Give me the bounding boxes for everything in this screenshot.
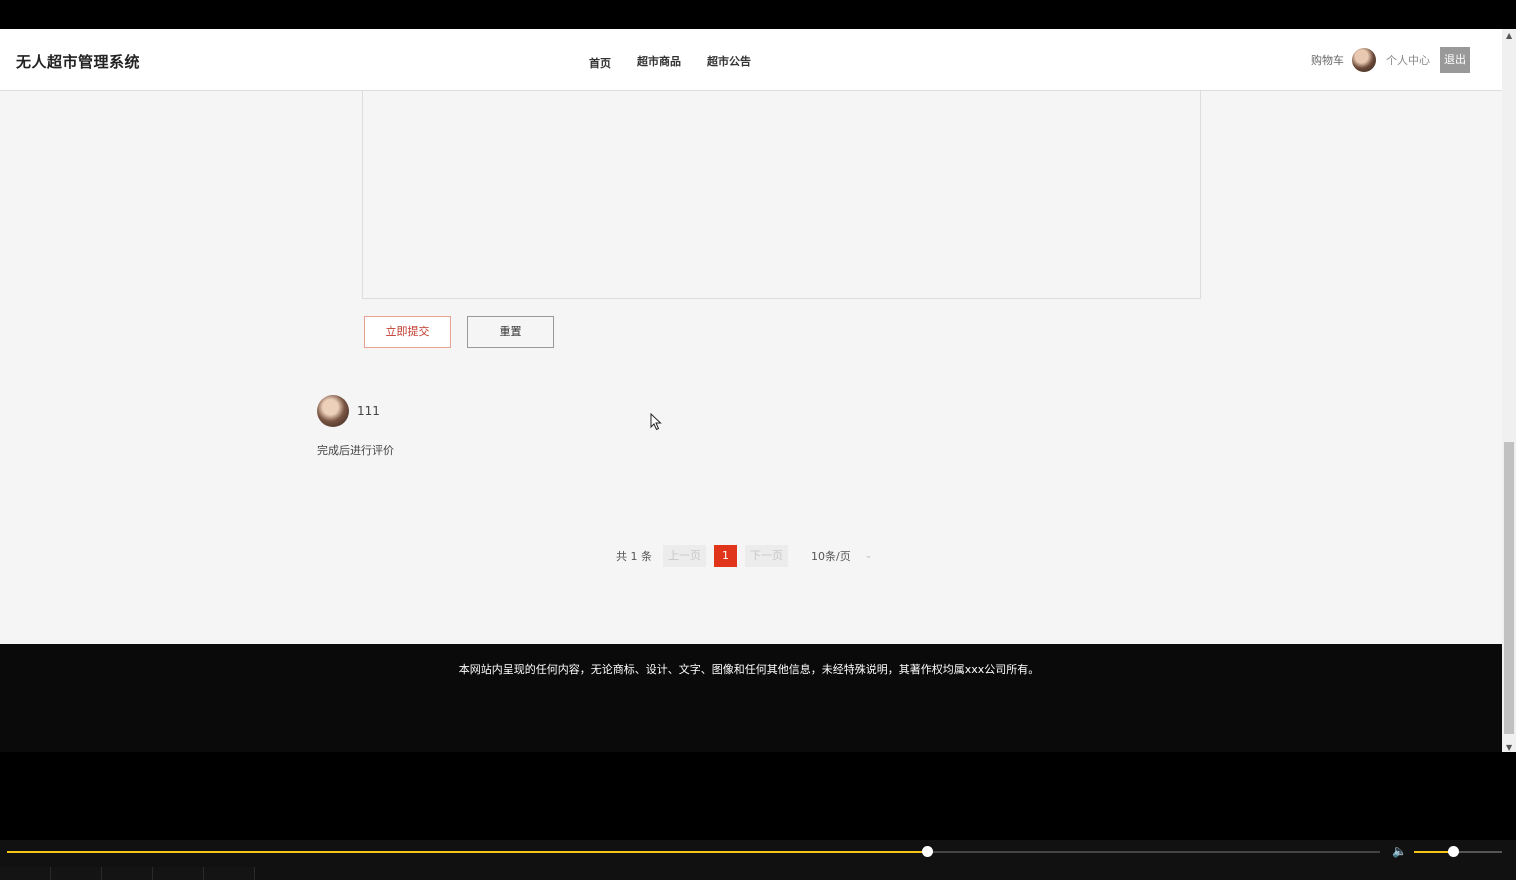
- arrow-down-icon[interactable]: ▼: [1506, 743, 1512, 752]
- site-header: 无人超市管理系统 首页 超市商品 超市公告 购物车 个人中心 退出: [0, 29, 1502, 91]
- main-nav: 首页 超市商品 超市公告: [589, 53, 751, 71]
- player-bottom-strip: [0, 867, 1516, 880]
- nav-home[interactable]: 首页: [589, 55, 611, 71]
- arrow-up-icon[interactable]: ▲: [1506, 31, 1512, 40]
- vertical-scrollbar[interactable]: ▲ ▼: [1502, 29, 1516, 752]
- nav-products[interactable]: 超市商品: [637, 53, 681, 71]
- browser-viewport: 无人超市管理系统 首页 超市商品 超市公告 购物车 个人中心 退出 立即提交 重…: [0, 29, 1502, 752]
- strip-segment: [0, 867, 51, 880]
- strip-segment: [102, 867, 153, 880]
- reset-button[interactable]: 重置: [467, 316, 554, 348]
- current-page-button[interactable]: 1: [714, 545, 737, 567]
- footer-copyright: 本网站内呈现的任何内容，无论商标、设计、文字、图像和任何其他信息，未经特殊说明，…: [458, 663, 1040, 676]
- avatar[interactable]: [1352, 48, 1376, 72]
- chevron-down-icon: ⌄: [864, 551, 873, 561]
- top-black-bar: [0, 0, 1516, 29]
- comment-username: 111: [357, 404, 380, 418]
- prev-page-button[interactable]: 上一页: [663, 545, 706, 567]
- comment-text: 完成后进行评价: [317, 444, 394, 457]
- user-center-link[interactable]: 个人中心: [1386, 52, 1430, 68]
- strip-segment: [51, 867, 102, 880]
- video-player-controls: 🔈: [0, 840, 1516, 880]
- mouse-cursor-icon: [650, 413, 662, 431]
- next-page-button[interactable]: 下一页: [745, 545, 788, 567]
- comment-textarea[interactable]: [362, 91, 1201, 299]
- comment-avatar: [317, 395, 349, 427]
- logout-button[interactable]: 退出: [1440, 47, 1470, 73]
- volume-track[interactable]: [1414, 846, 1502, 857]
- strip-segment: [204, 867, 255, 880]
- page-size-label: 10条/页: [811, 550, 851, 563]
- strip-segment: [153, 867, 204, 880]
- volume-icon[interactable]: 🔈: [1392, 844, 1407, 858]
- progress-fill: [7, 851, 927, 853]
- page-size-select[interactable]: 10条/页 ⌄: [811, 548, 872, 564]
- brand-title: 无人超市管理系统: [16, 53, 141, 71]
- volume-fill: [1414, 851, 1453, 853]
- nav-notices[interactable]: 超市公告: [707, 53, 751, 71]
- cart-link[interactable]: 购物车: [1311, 52, 1344, 68]
- screen: 无人超市管理系统 首页 超市商品 超市公告 购物车 个人中心 退出 立即提交 重…: [0, 0, 1516, 880]
- pagination-total: 共 1 条: [616, 550, 652, 563]
- submit-button[interactable]: 立即提交: [364, 316, 451, 348]
- pagination: 共 1 条 上一页 1 下一页 10条/页 ⌄: [616, 545, 872, 567]
- user-nav: 购物车 个人中心 退出: [1311, 47, 1470, 73]
- volume-handle[interactable]: [1447, 846, 1459, 857]
- site-footer: 本网站内呈现的任何内容，无论商标、设计、文字、图像和任何其他信息，未经特殊说明，…: [0, 644, 1502, 752]
- progress-handle[interactable]: [921, 846, 933, 857]
- scrollbar-thumb[interactable]: [1504, 442, 1514, 734]
- progress-track[interactable]: [7, 846, 1380, 857]
